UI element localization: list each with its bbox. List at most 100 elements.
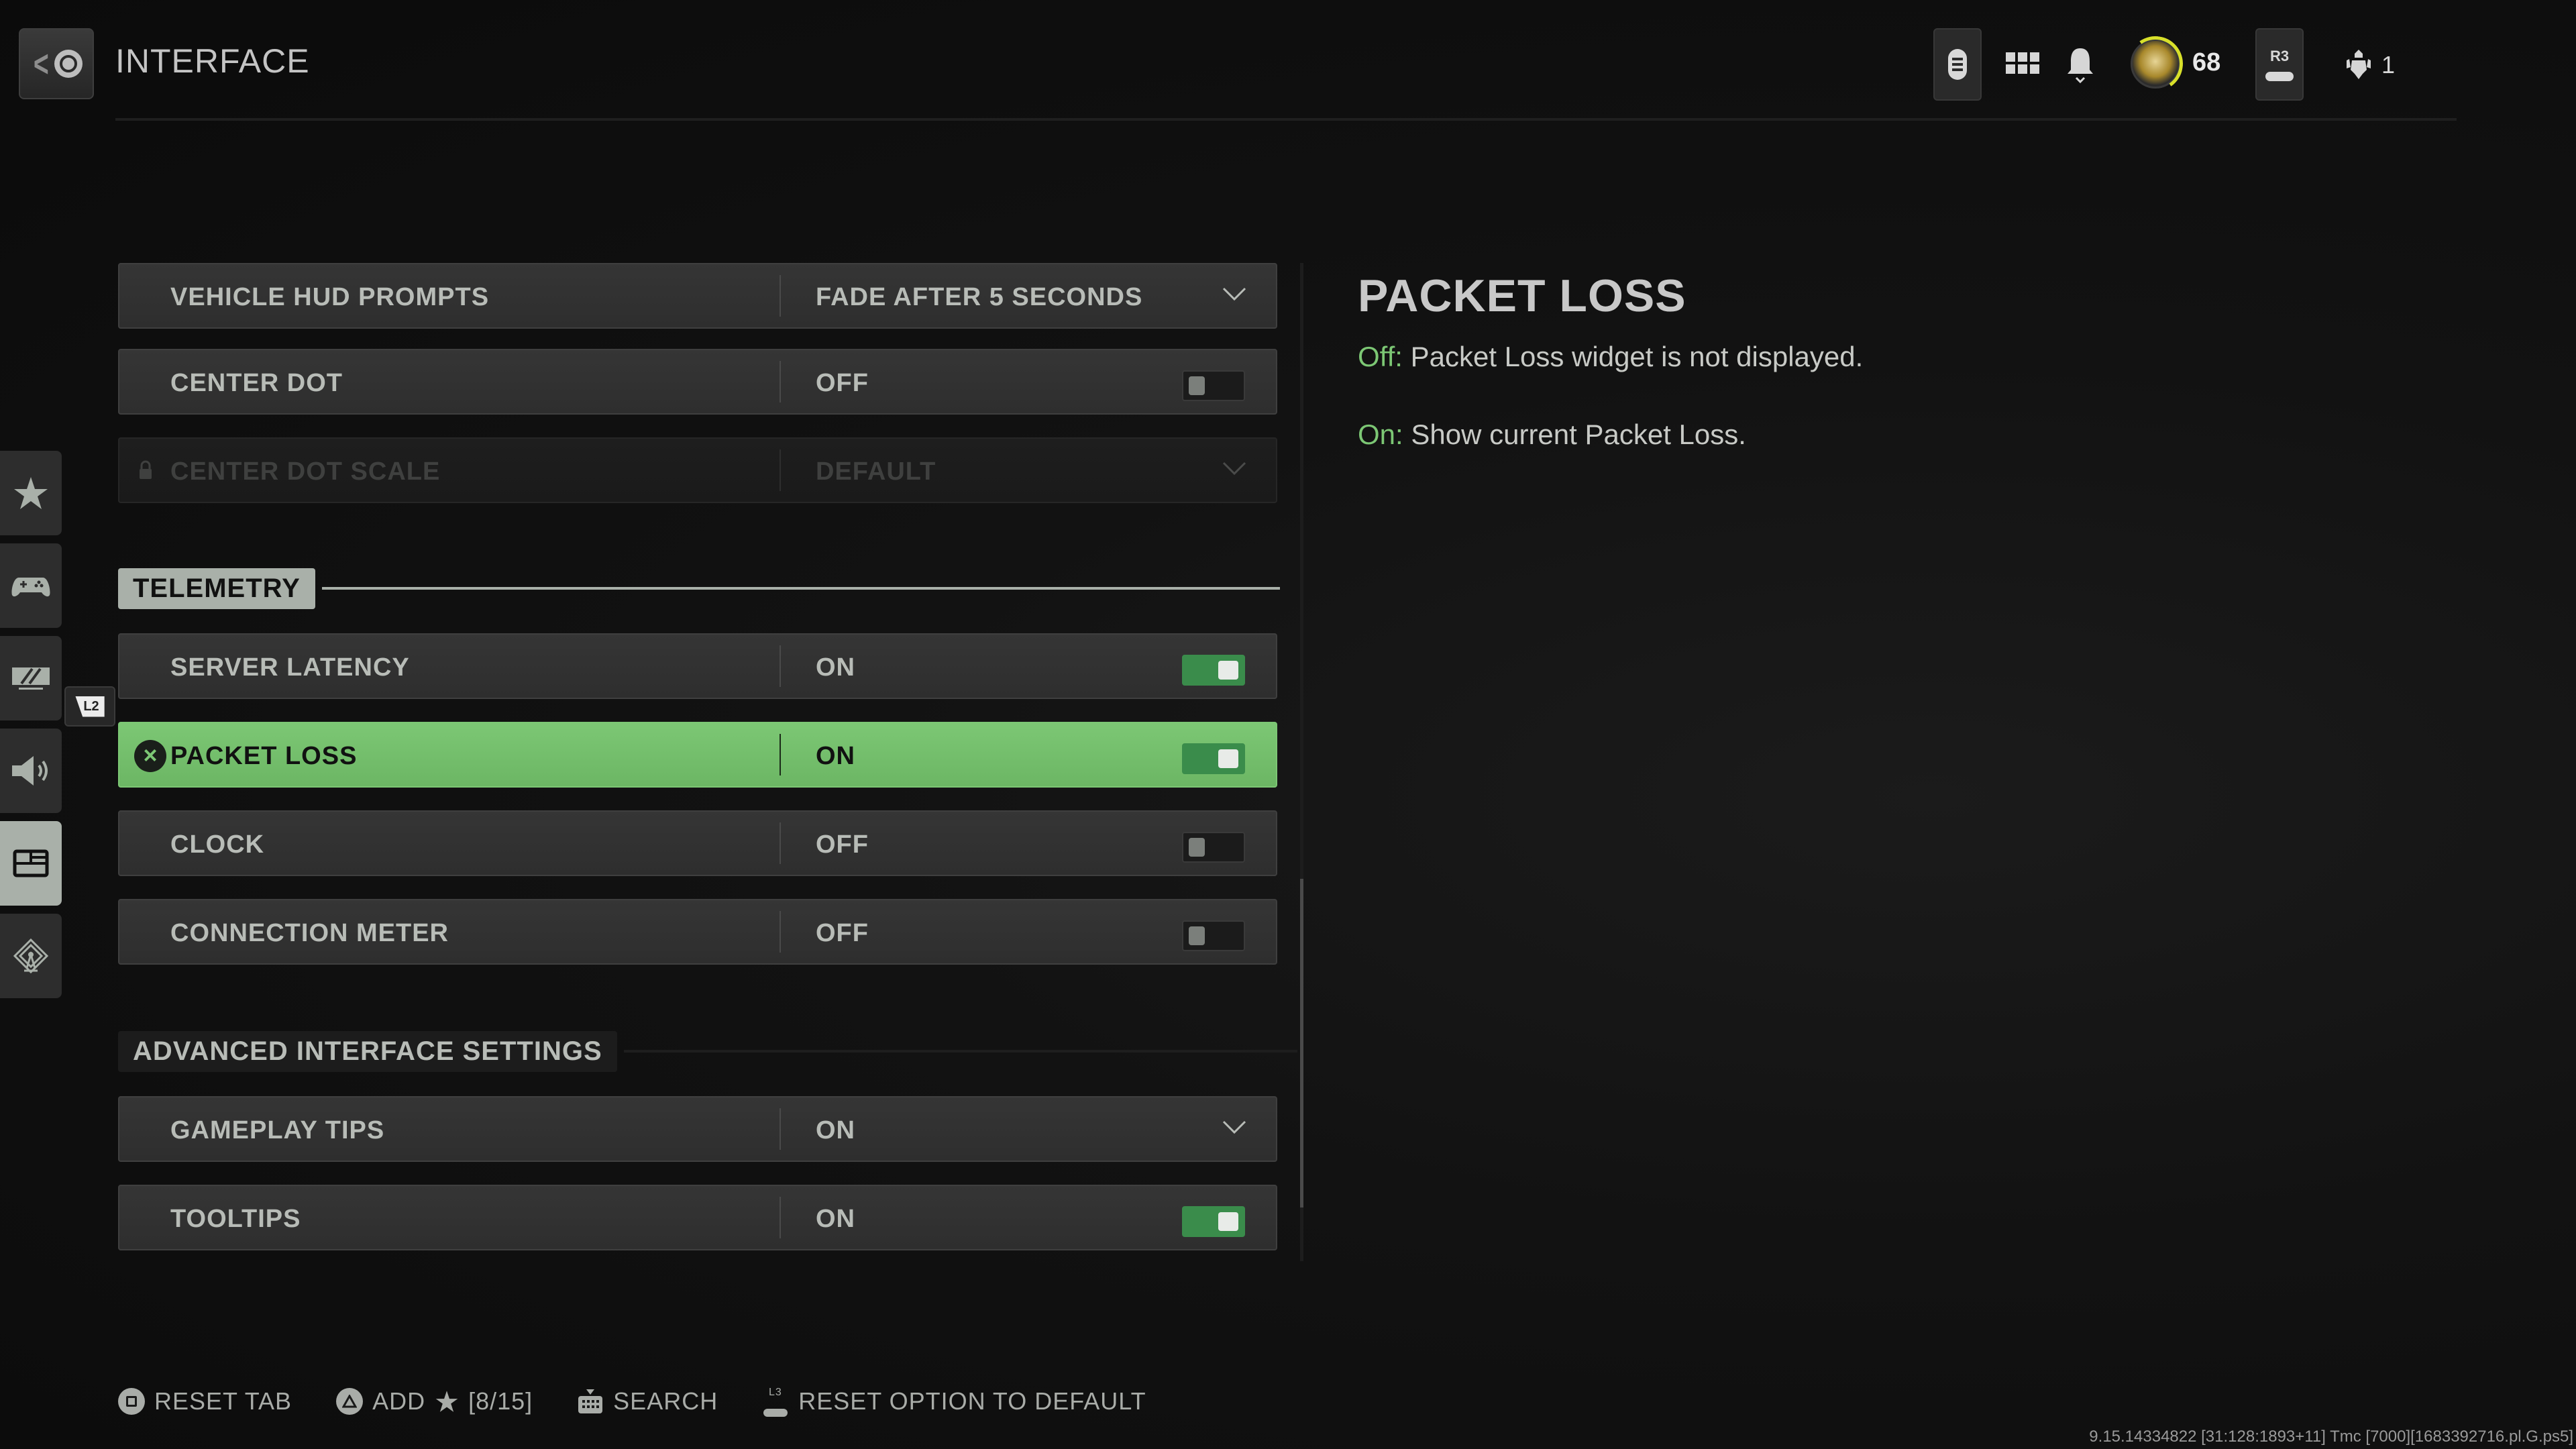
triangle-button-icon — [336, 1388, 364, 1415]
star-icon — [435, 1391, 458, 1412]
back-button[interactable]: < — [19, 28, 94, 99]
scrollbar-thumb[interactable] — [1300, 879, 1303, 1208]
server-latency-toggle[interactable] — [1182, 655, 1245, 686]
star-icon — [14, 477, 48, 509]
circle-button-icon — [54, 50, 83, 78]
row-divider — [780, 822, 781, 864]
row-divider — [780, 1197, 781, 1238]
setting-label: SERVER LATENCY — [170, 653, 410, 682]
setting-value: ON — [816, 1205, 855, 1233]
sidebar-tab-controller[interactable] — [0, 543, 62, 628]
player-level: 68 — [2192, 48, 2221, 76]
setting-label: CENTER DOT — [170, 369, 343, 397]
setting-row-packet-loss[interactable]: × PACKET LOSS ON — [118, 722, 1277, 788]
chevron-down-icon[interactable] — [1221, 1118, 1248, 1136]
packet-loss-toggle[interactable] — [1182, 743, 1245, 774]
setting-label: PACKET LOSS — [170, 742, 358, 770]
level-progress-ring — [2123, 32, 2188, 96]
setting-row-tooltips[interactable]: TOOLTIPS ON — [118, 1185, 1277, 1250]
l2-tab-prev-button[interactable]: L2 — [64, 686, 115, 727]
row-divider — [780, 911, 781, 953]
row-divider — [780, 275, 781, 317]
r3-button[interactable]: R3 — [2255, 28, 2304, 101]
footer-label: SEARCH — [613, 1387, 718, 1415]
cross-button-icon: × — [134, 740, 166, 772]
sidebar-tab-interface[interactable] — [0, 821, 62, 906]
lock-icon — [140, 460, 152, 479]
grid-menu-icon[interactable] — [2006, 52, 2039, 76]
sidebar-tab-audio[interactable] — [0, 729, 62, 813]
party-count: 1 — [2381, 51, 2396, 78]
toggle-knob — [1218, 749, 1238, 768]
toggle-knob — [1218, 1212, 1238, 1231]
display-icon — [12, 667, 50, 690]
reset-option-button[interactable]: L3 RESET OPTION TO DEFAULT — [762, 1385, 1146, 1418]
sidebar-tab-graphics[interactable] — [0, 636, 62, 720]
toggle-knob — [1189, 926, 1205, 945]
sidebar-tab-favorites[interactable] — [0, 451, 62, 535]
row-divider — [780, 734, 781, 775]
r3-stick-icon — [2265, 72, 2294, 81]
l3-button-icon: L3 — [763, 1387, 788, 1417]
chevron-down-icon — [1222, 462, 1246, 476]
party-icon[interactable] — [2345, 50, 2372, 79]
r3-label: R3 — [2269, 48, 2290, 64]
svg-text:L3: L3 — [769, 1387, 782, 1398]
tooltips-toggle[interactable] — [1182, 1206, 1245, 1237]
speaker-icon — [12, 756, 48, 786]
setting-row-gameplay-tips[interactable]: GAMEPLAY TIPS ON — [118, 1096, 1277, 1162]
description-line-off: Off: Packet Loss widget is not displayed… — [1358, 341, 1863, 373]
description-key: Off: — [1358, 341, 1403, 372]
add-favorite-button[interactable]: ADD [8/15] — [336, 1387, 533, 1415]
setting-label: CONNECTION METER — [170, 919, 449, 947]
search-button[interactable]: SEARCH — [577, 1387, 718, 1415]
options-icon — [1948, 49, 1967, 80]
l2-label: L2 — [75, 696, 105, 717]
sidebar-tab-network[interactable] — [0, 914, 62, 998]
setting-label: GAMEPLAY TIPS — [170, 1116, 385, 1144]
setting-row-connection-meter[interactable]: CONNECTION METER OFF — [118, 899, 1277, 965]
bell-icon[interactable] — [2065, 47, 2096, 85]
setting-row-server-latency[interactable]: SERVER LATENCY ON — [118, 633, 1277, 699]
section-title: ADVANCED INTERFACE SETTINGS — [118, 1030, 617, 1072]
setting-value: OFF — [816, 919, 869, 947]
row-divider — [780, 645, 781, 687]
description-key: On: — [1358, 419, 1403, 450]
build-version: 9.15.14334822 [31:128:1893+11] Tmc [7000… — [2089, 1428, 2573, 1446]
description-text: Show current Packet Loss. — [1403, 419, 1746, 450]
setting-row-center-dot[interactable]: CENTER DOT OFF — [118, 349, 1277, 415]
clock-toggle[interactable] — [1182, 832, 1245, 863]
row-divider — [780, 361, 781, 402]
header-divider — [115, 118, 2457, 121]
setting-row-vehicle-hud-prompts[interactable]: VEHICLE HUD PROMPTS FADE AFTER 5 SECONDS — [118, 263, 1277, 329]
toggle-knob — [1189, 838, 1205, 857]
setting-row-center-dot-scale: CENTER DOT SCALE DEFAULT — [118, 437, 1277, 503]
layout-icon — [13, 849, 49, 877]
description-line-on: On: Show current Packet Loss. — [1358, 419, 1746, 451]
toggle-knob — [1218, 661, 1238, 680]
footer-label: RESET OPTION TO DEFAULT — [798, 1387, 1146, 1415]
setting-value: OFF — [816, 369, 869, 397]
setting-label: TOOLTIPS — [170, 1205, 301, 1233]
reset-tab-button[interactable]: RESET TAB — [118, 1387, 292, 1415]
setting-value: FADE AFTER 5 SECONDS — [816, 283, 1143, 311]
setting-value: ON — [816, 653, 855, 682]
touchpad-icon — [578, 1389, 603, 1413]
setting-row-clock[interactable]: CLOCK OFF — [118, 810, 1277, 876]
network-icon — [13, 938, 49, 974]
options-menu-button[interactable] — [1933, 28, 1982, 101]
setting-value: OFF — [816, 830, 869, 859]
connection-meter-toggle[interactable] — [1182, 920, 1245, 951]
description-text: Packet Loss widget is not displayed. — [1402, 341, 1864, 372]
page-title: INTERFACE — [115, 42, 310, 80]
section-header-advanced: ADVANCED INTERFACE SETTINGS — [118, 1030, 1297, 1072]
setting-label: CENTER DOT SCALE — [170, 458, 441, 486]
center-dot-toggle[interactable] — [1182, 370, 1245, 401]
setting-value: DEFAULT — [816, 458, 936, 486]
setting-label: CLOCK — [170, 830, 265, 859]
footer-label: RESET TAB — [154, 1387, 292, 1415]
chevron-down-icon[interactable] — [1221, 284, 1248, 303]
section-header-telemetry: TELEMETRY — [118, 568, 1280, 609]
footer-actions: RESET TAB ADD [8/15] SEARCH L3 RESET OPT… — [118, 1385, 1146, 1418]
toggle-knob — [1189, 376, 1205, 395]
